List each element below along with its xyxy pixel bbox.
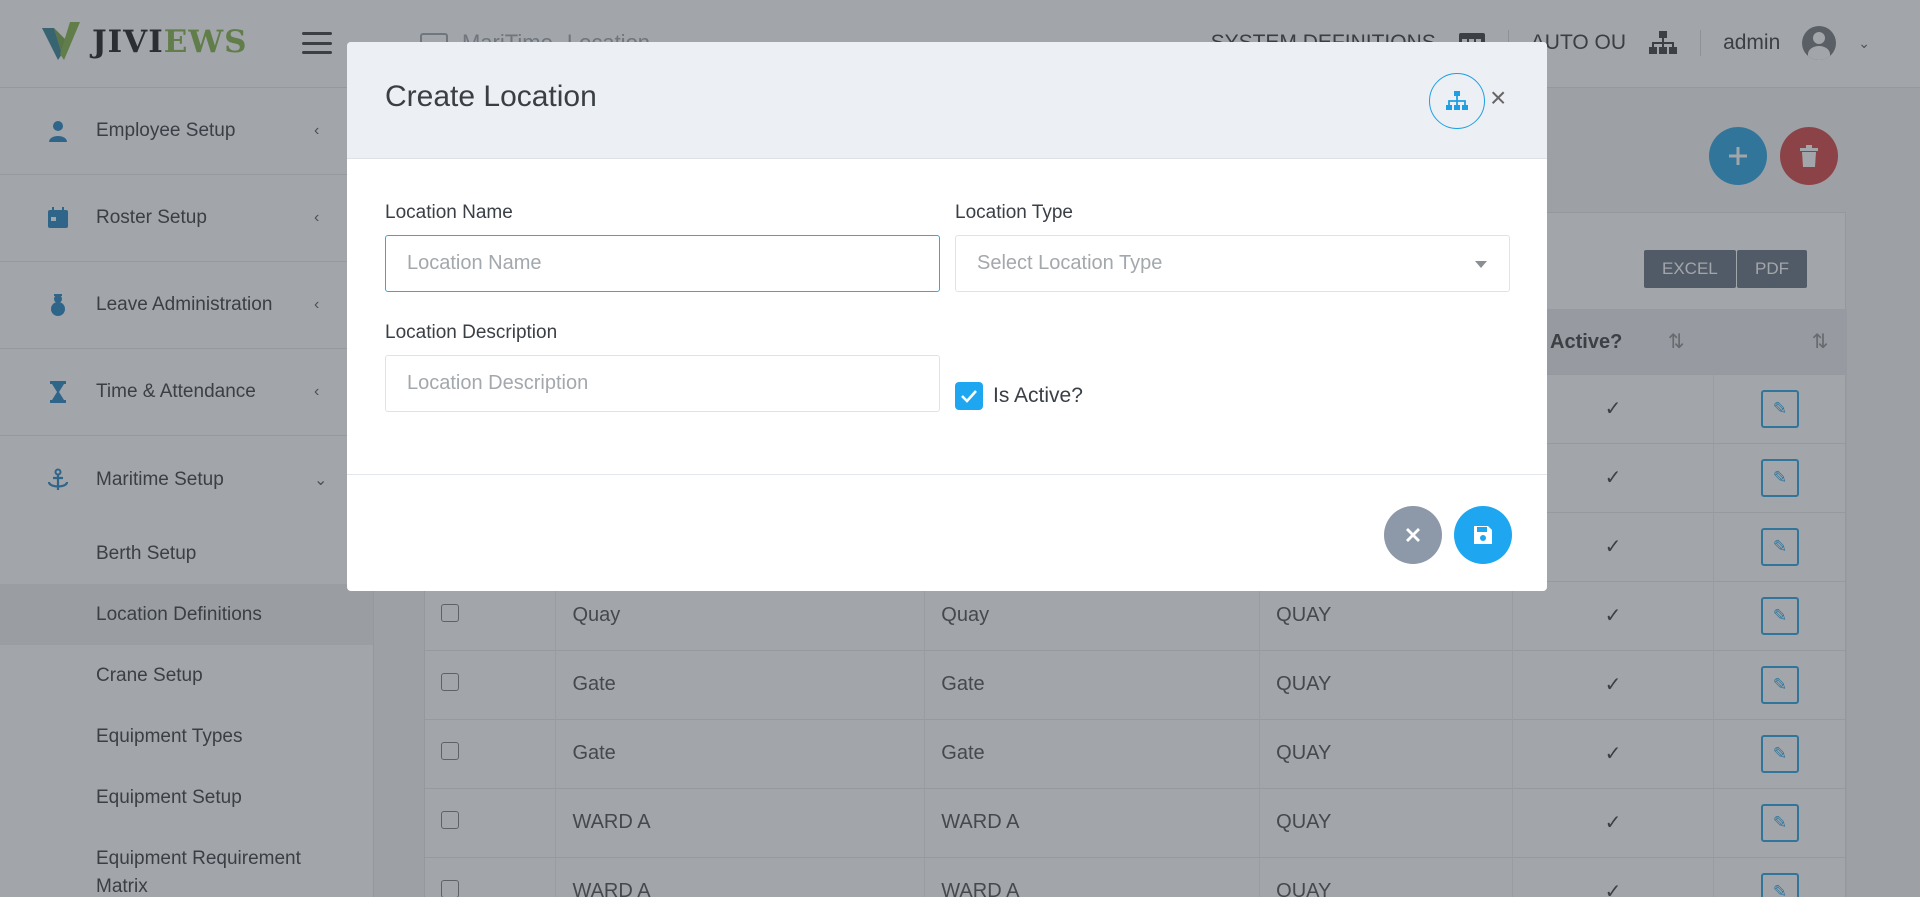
location-type-placeholder: Select Location Type (977, 252, 1163, 274)
location-description-input[interactable] (385, 355, 940, 412)
sitemap-icon (1446, 91, 1468, 110)
location-name-label: Location Name (385, 202, 513, 223)
close-icon (1406, 528, 1420, 542)
modal-title: Create Location (385, 80, 597, 113)
save-button[interactable] (1454, 506, 1512, 564)
location-type-label: Location Type (955, 202, 1073, 223)
is-active-label[interactable]: Is Active? (993, 384, 1083, 408)
is-active-checkbox[interactable] (955, 382, 983, 410)
location-name-input[interactable] (385, 235, 940, 292)
caret-down-icon (1475, 261, 1487, 268)
close-icon[interactable]: × (1490, 84, 1506, 112)
floppy-disk-icon (1474, 526, 1492, 544)
cancel-button[interactable] (1384, 506, 1442, 564)
location-description-label: Location Description (385, 322, 558, 343)
create-location-modal: Create Location × Location Name Location… (347, 42, 1547, 591)
location-type-select[interactable]: Select Location Type (955, 235, 1510, 292)
modal-header: Create Location × (347, 42, 1547, 159)
modal-footer (347, 474, 1547, 591)
check-icon (961, 390, 977, 403)
org-unit-button[interactable] (1429, 73, 1485, 129)
